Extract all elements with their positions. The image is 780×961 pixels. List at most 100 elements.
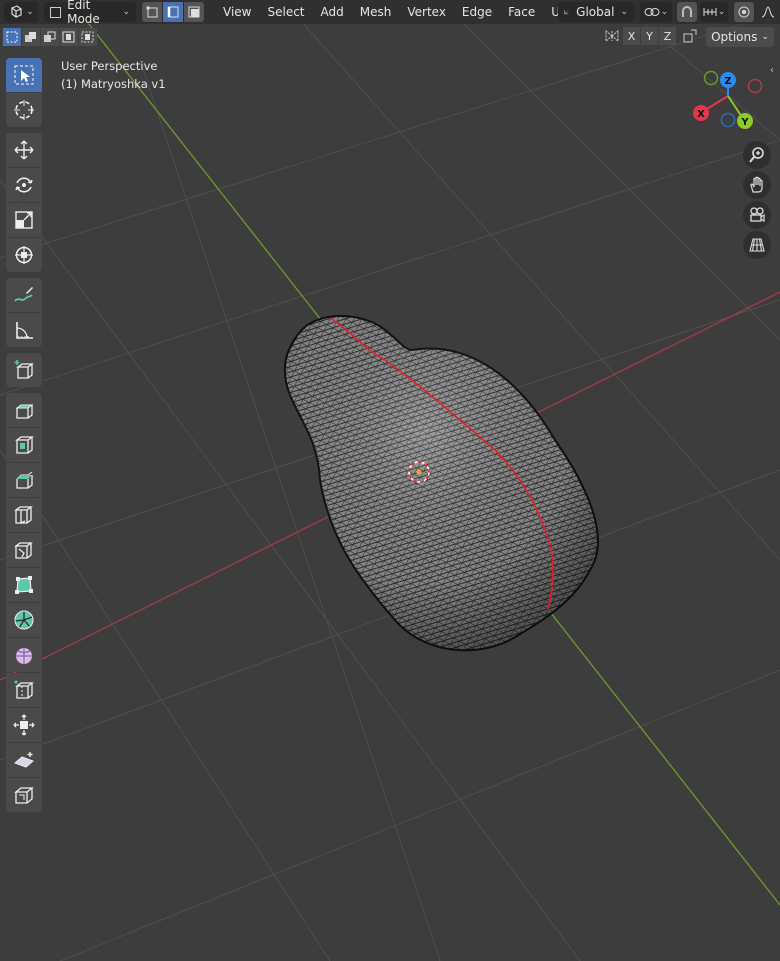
snap-increment-icon xyxy=(703,8,717,16)
menu-select[interactable]: Select xyxy=(259,2,312,22)
camera-view-button[interactable] xyxy=(743,201,771,229)
select-invert-button[interactable] xyxy=(60,28,78,46)
snap-target-dropdown[interactable]: ⌄ xyxy=(700,2,728,22)
3d-cursor-icon xyxy=(14,100,34,120)
rotate-tool[interactable] xyxy=(6,168,42,202)
edge-slide-icon xyxy=(14,680,34,699)
butterfly-mirror-icon xyxy=(605,29,619,43)
proportional-falloff-button[interactable] xyxy=(758,2,778,22)
face-select-button[interactable] xyxy=(184,2,204,22)
mirror-x-button[interactable]: X xyxy=(623,27,640,45)
mirror-y-button[interactable]: Y xyxy=(641,27,658,45)
zoom-button[interactable] xyxy=(743,141,771,169)
gizmo-neg-z xyxy=(720,112,736,128)
chevron-down-icon: ⌄ xyxy=(761,32,769,42)
poly-build-icon xyxy=(15,576,33,594)
pan-button[interactable] xyxy=(743,171,771,199)
poly-build-tool[interactable] xyxy=(6,568,42,602)
snap-options-button[interactable] xyxy=(679,27,701,45)
select-subtract-button[interactable] xyxy=(41,28,59,46)
menu-vertex[interactable]: Vertex xyxy=(399,2,454,22)
menu-add[interactable]: Add xyxy=(313,2,352,22)
select-extend-icon xyxy=(25,32,36,42)
editor-type-dropdown[interactable]: ⌄ xyxy=(4,2,38,22)
mode-dropdown[interactable]: Edit Mode ⌄ xyxy=(44,0,136,26)
navigation-gizmo[interactable]: Z X Y xyxy=(690,68,770,134)
select-box-tool[interactable] xyxy=(6,58,42,92)
gizmo-neg-x xyxy=(747,78,763,94)
orientation-label: Global xyxy=(576,5,615,19)
camera-icon xyxy=(750,207,765,223)
smooth-sphere-icon xyxy=(16,648,32,664)
loop-cut-icon xyxy=(14,506,33,525)
vertex-select-button[interactable] xyxy=(142,2,162,22)
edge-slide-tool[interactable] xyxy=(6,673,42,707)
object-name-label: (1) Matryoshka v1 xyxy=(61,77,166,91)
snap-toggle[interactable] xyxy=(677,2,697,22)
select-new-icon xyxy=(6,31,18,43)
proportional-editing-toggle[interactable] xyxy=(734,2,754,22)
chevron-down-icon: ⌄ xyxy=(26,7,34,17)
transform-orientation-dropdown[interactable]: Global ⌄ xyxy=(558,2,634,22)
pivot-link-icon xyxy=(644,8,660,16)
measure-tool[interactable] xyxy=(6,313,42,347)
select-box-icon xyxy=(14,65,34,85)
add-cube-tool[interactable] xyxy=(6,353,42,387)
select-extend-button[interactable] xyxy=(22,28,40,46)
annotate-tool[interactable] xyxy=(6,278,42,312)
tool-header: X Y Z Options ⌄ xyxy=(0,26,780,48)
menu-face[interactable]: Face xyxy=(500,2,543,22)
select-intersect-button[interactable] xyxy=(79,28,97,46)
bevel-icon xyxy=(16,471,33,489)
perspective-toggle-button[interactable] xyxy=(743,231,771,259)
magnet-icon xyxy=(682,6,692,17)
extrude-icon xyxy=(15,404,34,419)
selection-mode-group xyxy=(3,28,98,46)
cursor-tool[interactable] xyxy=(6,93,42,127)
menu-mesh[interactable]: Mesh xyxy=(352,2,400,22)
face-select-icon xyxy=(188,6,200,18)
rip-region-tool[interactable] xyxy=(6,778,42,812)
menu-view[interactable]: View xyxy=(215,2,259,22)
mode-label: Edit Mode xyxy=(67,0,100,26)
move-arrows-icon xyxy=(14,140,34,160)
chevron-down-icon: ⌄ xyxy=(717,7,726,17)
scale-tool[interactable] xyxy=(6,203,42,237)
inset-faces-tool[interactable] xyxy=(6,428,42,462)
edge-select-button[interactable] xyxy=(163,2,183,22)
select-invert-icon xyxy=(62,31,75,43)
options-label: Options xyxy=(711,30,758,44)
spin-icon xyxy=(14,610,34,630)
3d-viewport-editor-icon xyxy=(11,5,23,19)
mirror-toggle-button[interactable] xyxy=(602,27,622,45)
bevel-tool[interactable] xyxy=(6,463,42,497)
shrink-fatten-icon xyxy=(13,714,35,736)
select-new-button[interactable] xyxy=(3,28,21,46)
orientation-icon xyxy=(564,10,569,15)
menu-edge[interactable]: Edge xyxy=(454,2,500,22)
spin-tool[interactable] xyxy=(6,603,42,637)
shear-icon xyxy=(14,752,34,768)
uv-snap-icon xyxy=(683,29,697,43)
3d-viewport[interactable] xyxy=(0,0,780,961)
chevron-down-icon: ⌄ xyxy=(620,7,628,17)
move-tool[interactable] xyxy=(6,133,42,167)
sidebar-toggle[interactable]: ‹ xyxy=(770,65,780,79)
options-dropdown[interactable]: Options ⌄ xyxy=(706,27,774,47)
view-name-label: User Perspective xyxy=(61,59,158,73)
falloff-curve-icon xyxy=(761,6,775,18)
extrude-region-tool[interactable] xyxy=(6,393,42,427)
knife-tool[interactable] xyxy=(6,533,42,567)
shrink-fatten-tool[interactable] xyxy=(6,708,42,742)
measure-ruler-icon xyxy=(16,322,33,339)
smooth-tool[interactable] xyxy=(6,638,42,672)
transform-icon xyxy=(15,246,33,264)
rotate-icon xyxy=(15,177,33,193)
rip-region-icon xyxy=(14,787,34,804)
mirror-axes-group: X Y Z xyxy=(602,27,702,45)
pivot-point-dropdown[interactable]: ⌄ xyxy=(640,2,672,22)
loop-cut-tool[interactable] xyxy=(6,498,42,532)
shear-tool[interactable] xyxy=(6,743,42,777)
mirror-z-button[interactable]: Z xyxy=(659,27,676,45)
transform-tool[interactable] xyxy=(6,238,42,272)
